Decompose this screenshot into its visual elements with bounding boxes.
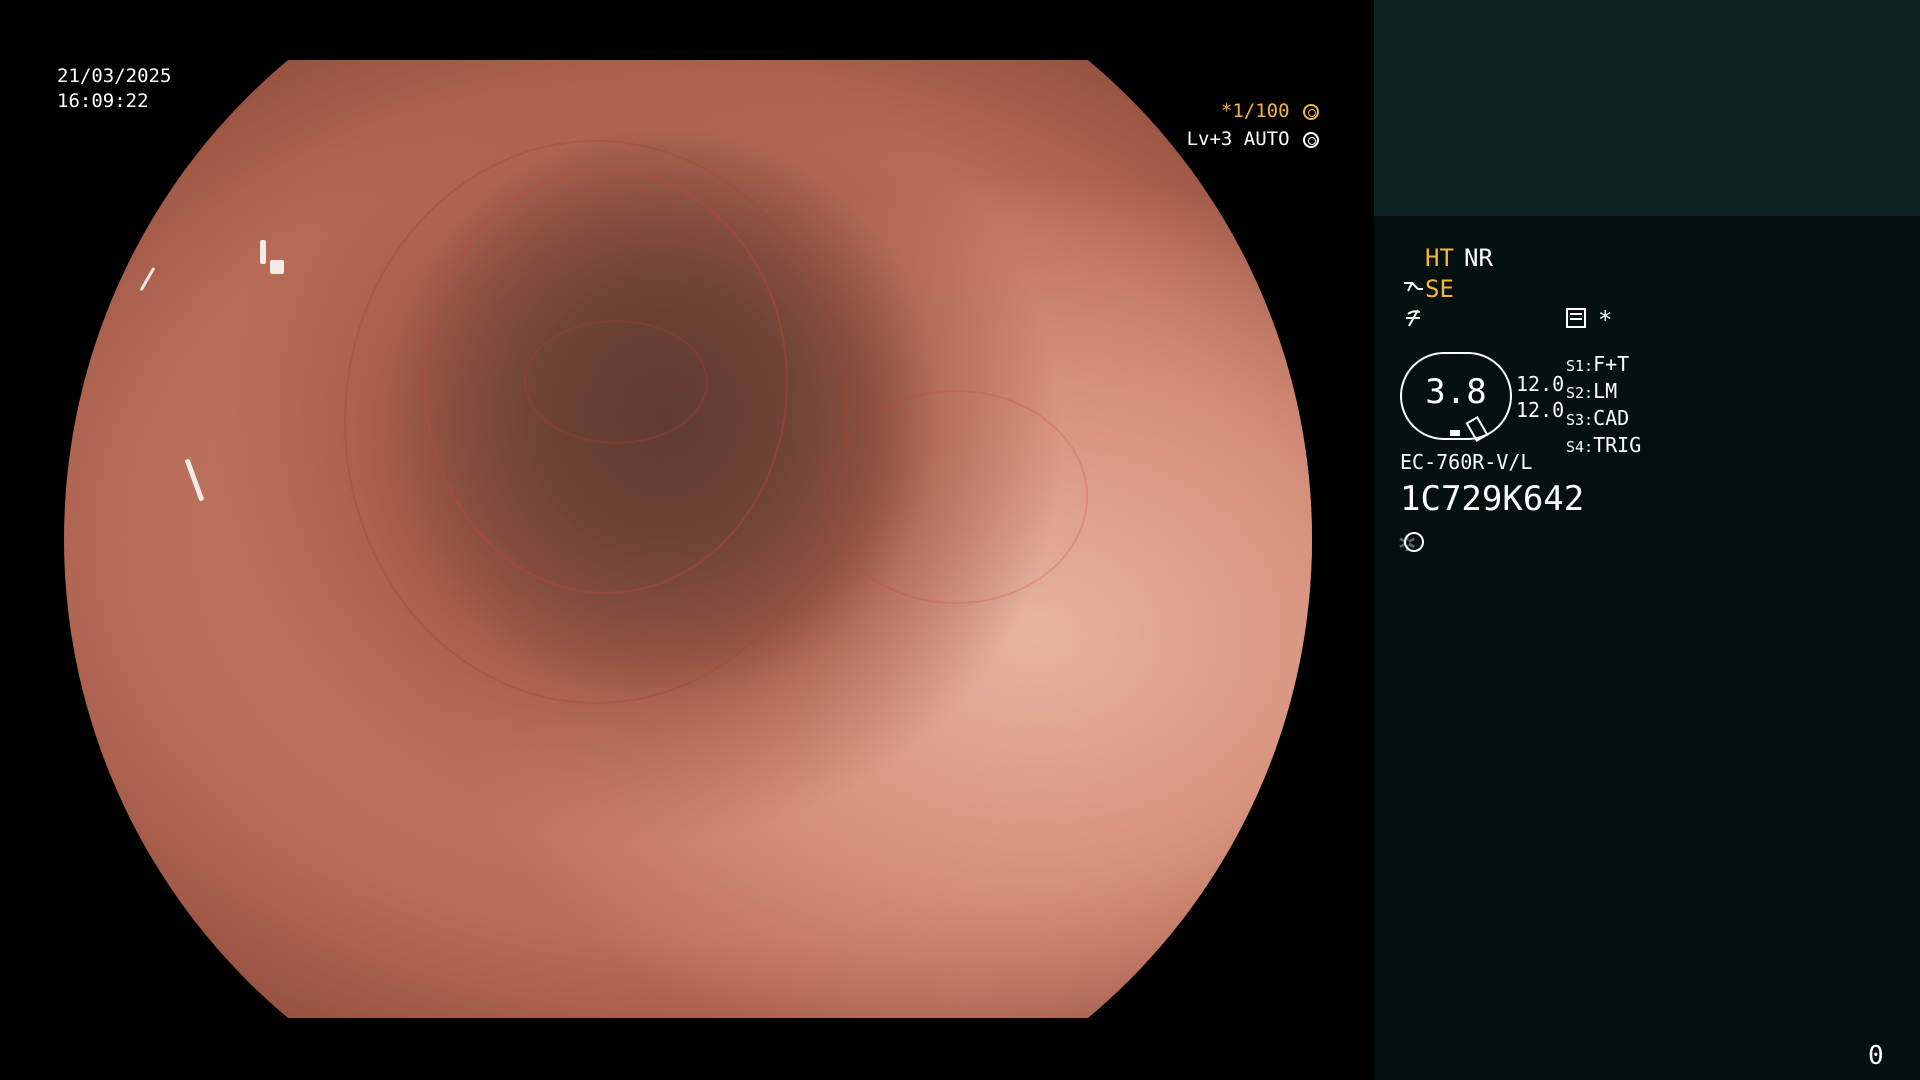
level-text: Lv+3 AUTO [1186,128,1290,150]
shutter-text: *1/100 [1220,100,1290,122]
switch-item: S3:CAD [1566,406,1630,430]
switch-list: S1:F+T S2:LM S3:CAD S4:TRIG [1566,352,1641,460]
light-icon [1398,524,1424,559]
scale-indicator: 3.8 [1400,352,1512,443]
nr-label: NR [1464,244,1493,272]
scope-model: EC-760R-V/L [1400,450,1533,474]
auto-iris-icon [1303,131,1319,148]
switch-item: S2:LM [1566,379,1618,403]
ht-label: HT [1425,244,1454,272]
datetime-display: 21/03/2025 16:09:22 [57,64,171,114]
se-label: SE [1425,275,1454,303]
endoscope-video-area: 21/03/2025 16:09:22 *1/100 Lv+3 AUTO [0,0,1374,1080]
asterisk-mark: * [1598,306,1613,334]
value-1: 12.0 [1516,372,1565,396]
switch-item: S4:TRIG [1566,433,1642,457]
scope-icon [1402,277,1424,299]
menu-icon [1566,308,1586,328]
switch-item: S1:F+T [1566,352,1630,376]
scale-value: 3.8 [1425,372,1487,412]
level-display: Lv+3 AUTO [1187,128,1319,150]
shutter-display: *1/100 [1221,100,1319,122]
shutter-icon [1303,103,1319,120]
time-text: 16:09:22 [57,90,149,112]
info-panel-header [1374,0,1920,216]
endoscope-image [64,60,1312,1018]
date-text: 21/03/2025 [57,65,172,87]
value-2: 12.0 [1516,398,1565,422]
scope-serial: 1C729K642 [1400,479,1585,519]
page-number: 0 [1868,1041,1884,1071]
enhance-icon [1402,306,1424,328]
info-panel [1374,0,1920,1080]
